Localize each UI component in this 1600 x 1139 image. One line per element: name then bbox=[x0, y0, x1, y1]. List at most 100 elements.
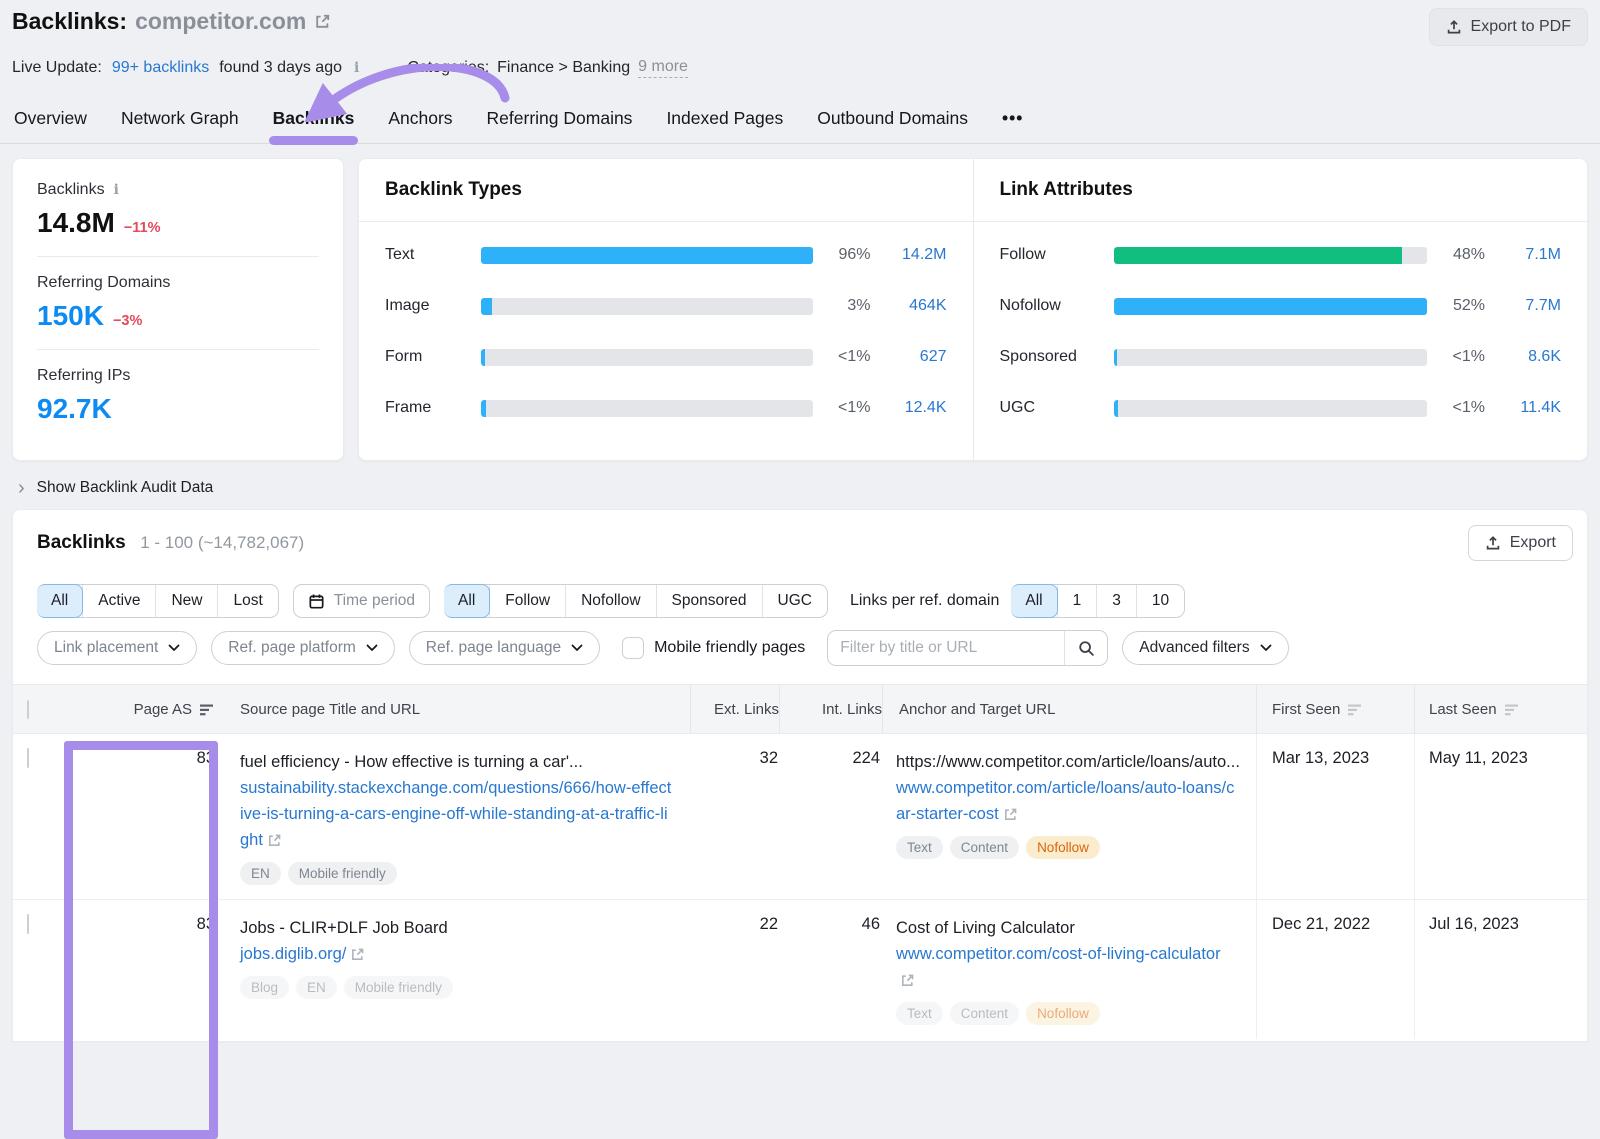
lpd-1-option[interactable]: 1 bbox=[1057, 585, 1097, 617]
show-backlink-audit-toggle[interactable]: › Show Backlink Audit Data bbox=[18, 479, 1586, 497]
page-title: Backlinks: competitor.com bbox=[12, 8, 331, 35]
export-button[interactable]: Export bbox=[1468, 525, 1573, 561]
search-input[interactable] bbox=[828, 631, 1064, 665]
tab-network-graph[interactable]: Network Graph bbox=[121, 108, 239, 129]
tab-overview[interactable]: Overview bbox=[14, 108, 87, 129]
stat-refdomains-value[interactable]: 150K bbox=[37, 300, 104, 332]
first-seen-value: Mar 13, 2023 bbox=[1272, 749, 1369, 767]
page-as-value: 83 bbox=[197, 915, 215, 933]
tab-indexed-pages[interactable]: Indexed Pages bbox=[666, 108, 783, 129]
info-icon[interactable]: i bbox=[352, 60, 361, 76]
ref-page-language-label: Ref. page language bbox=[426, 639, 561, 657]
table-header-row: Page AS Source page Title and URL Ext. L… bbox=[13, 684, 1587, 734]
column-header-first-seen[interactable]: First Seen bbox=[1272, 701, 1363, 718]
follow-follow-option[interactable]: Follow bbox=[489, 585, 565, 617]
stat-refips-value[interactable]: 92.7K bbox=[37, 393, 112, 425]
source-url-link[interactable]: jobs.diglib.org/ bbox=[240, 941, 672, 967]
bar-track bbox=[481, 298, 813, 315]
bar-fill bbox=[1114, 349, 1117, 366]
advanced-filters-dropdown[interactable]: Advanced filters bbox=[1122, 631, 1288, 665]
lpd-10-option[interactable]: 10 bbox=[1136, 585, 1184, 617]
stat-refips-label: Referring IPs bbox=[37, 367, 130, 385]
calendar-icon bbox=[308, 593, 325, 610]
search-icon bbox=[1078, 640, 1095, 657]
int-links-value: 46 bbox=[862, 915, 880, 933]
sort-icon[interactable] bbox=[1505, 704, 1520, 716]
bar-track bbox=[1114, 298, 1428, 315]
bar-row-form: Form <1% 627 bbox=[385, 348, 947, 366]
external-link-icon bbox=[350, 947, 365, 962]
export-to-pdf-button[interactable]: Export to PDF bbox=[1429, 8, 1588, 46]
platform-badge: Blog bbox=[240, 976, 289, 999]
export-label: Export bbox=[1510, 534, 1556, 552]
link-placement-dropdown[interactable]: Link placement bbox=[37, 631, 197, 665]
bar-row-nofollow: Nofollow 52% 7.7M bbox=[1000, 297, 1562, 315]
column-header-anchor[interactable]: Anchor and Target URL bbox=[899, 701, 1055, 718]
time-period-button[interactable]: Time period bbox=[293, 584, 430, 618]
external-link-icon bbox=[1003, 807, 1018, 822]
status-new-option[interactable]: New bbox=[155, 585, 217, 617]
bar-fill bbox=[1114, 400, 1118, 417]
page-title-label: Backlinks: bbox=[12, 8, 127, 35]
mobile-friendly-checkbox[interactable] bbox=[622, 637, 644, 659]
report-tabs: Overview Network Graph Backlinks Anchors… bbox=[12, 108, 1588, 143]
categories-more-link[interactable]: 9 more bbox=[638, 58, 688, 78]
column-header-int-links[interactable]: Int. Links bbox=[822, 701, 882, 718]
categories-label: Categories: bbox=[407, 59, 489, 77]
ref-page-platform-dropdown[interactable]: Ref. page platform bbox=[211, 631, 395, 665]
source-url-link[interactable]: sustainability.stackexchange.com/questio… bbox=[240, 775, 672, 853]
mobile-friendly-badge: Mobile friendly bbox=[288, 862, 397, 885]
first-seen-value: Dec 21, 2022 bbox=[1272, 915, 1370, 933]
live-update-link[interactable]: 99+ backlinks bbox=[112, 59, 209, 77]
upload-icon bbox=[1446, 19, 1462, 35]
stat-backlinks-delta: −11% bbox=[124, 220, 161, 236]
link-type-badge: Text bbox=[896, 1002, 943, 1025]
external-link-icon bbox=[900, 973, 915, 988]
tab-backlinks[interactable]: Backlinks bbox=[273, 108, 355, 129]
tab-anchors[interactable]: Anchors bbox=[388, 108, 452, 129]
status-all-option[interactable]: All bbox=[37, 584, 83, 618]
follow-ugc-option[interactable]: UGC bbox=[762, 585, 827, 617]
backlinks-table-card: Backlinks 1 - 100 (~14,782,067) Export A… bbox=[12, 509, 1588, 1041]
language-badge: EN bbox=[296, 976, 337, 999]
column-header-last-seen[interactable]: Last Seen bbox=[1429, 701, 1520, 718]
target-url-link[interactable]: www.competitor.com/cost-of-living-calcul… bbox=[896, 941, 1240, 993]
stat-backlinks-value: 14.8M bbox=[37, 207, 115, 239]
table-filters: All Active New Lost Time period All bbox=[13, 576, 1587, 684]
sort-icon[interactable] bbox=[1348, 704, 1363, 716]
column-header-ext-links[interactable]: Ext. Links bbox=[714, 701, 779, 718]
stat-backlinks-label: Backlinks bbox=[37, 181, 105, 199]
column-header-source[interactable]: Source page Title and URL bbox=[240, 701, 420, 718]
status-active-option[interactable]: Active bbox=[82, 585, 155, 617]
backlink-types-title: Backlink Types bbox=[385, 179, 522, 200]
chevron-down-icon bbox=[168, 644, 180, 652]
target-url-link[interactable]: www.competitor.com/article/loans/auto-lo… bbox=[896, 775, 1240, 827]
last-seen-value: May 11, 2023 bbox=[1429, 749, 1528, 767]
tabs-more-icon[interactable]: ••• bbox=[1002, 108, 1023, 129]
column-header-page-as[interactable]: Page AS bbox=[134, 701, 215, 718]
page-header: Backlinks: competitor.com Export to PDF bbox=[12, 0, 1588, 46]
bar-row-follow: Follow 48% 7.1M bbox=[1000, 246, 1562, 264]
links-per-domain-label: Links per ref. domain bbox=[850, 592, 999, 610]
lpd-all-option[interactable]: All bbox=[1011, 584, 1057, 618]
bar-row-ugc: UGC <1% 11.4K bbox=[1000, 399, 1562, 417]
ref-page-language-dropdown[interactable]: Ref. page language bbox=[409, 631, 600, 665]
row-checkbox[interactable] bbox=[27, 748, 29, 768]
search-button[interactable] bbox=[1064, 631, 1107, 665]
external-link-icon[interactable] bbox=[314, 13, 331, 30]
row-checkbox[interactable] bbox=[27, 914, 29, 934]
chevron-down-icon bbox=[1260, 644, 1272, 652]
export-to-pdf-label: Export to PDF bbox=[1471, 18, 1571, 36]
tab-referring-domains[interactable]: Referring Domains bbox=[487, 108, 633, 129]
follow-sponsored-option[interactable]: Sponsored bbox=[656, 585, 762, 617]
follow-nofollow-option[interactable]: Nofollow bbox=[565, 585, 655, 617]
status-lost-option[interactable]: Lost bbox=[217, 585, 277, 617]
anchor-text: Cost of Living Calculator bbox=[896, 915, 1240, 941]
sort-icon[interactable] bbox=[200, 704, 215, 716]
select-all-checkbox[interactable] bbox=[27, 700, 29, 719]
info-icon[interactable]: i bbox=[112, 182, 121, 198]
follow-all-option[interactable]: All bbox=[444, 584, 490, 618]
lpd-3-option[interactable]: 3 bbox=[1096, 585, 1136, 617]
tab-outbound-domains[interactable]: Outbound Domains bbox=[817, 108, 968, 129]
bar-track bbox=[1114, 400, 1428, 417]
